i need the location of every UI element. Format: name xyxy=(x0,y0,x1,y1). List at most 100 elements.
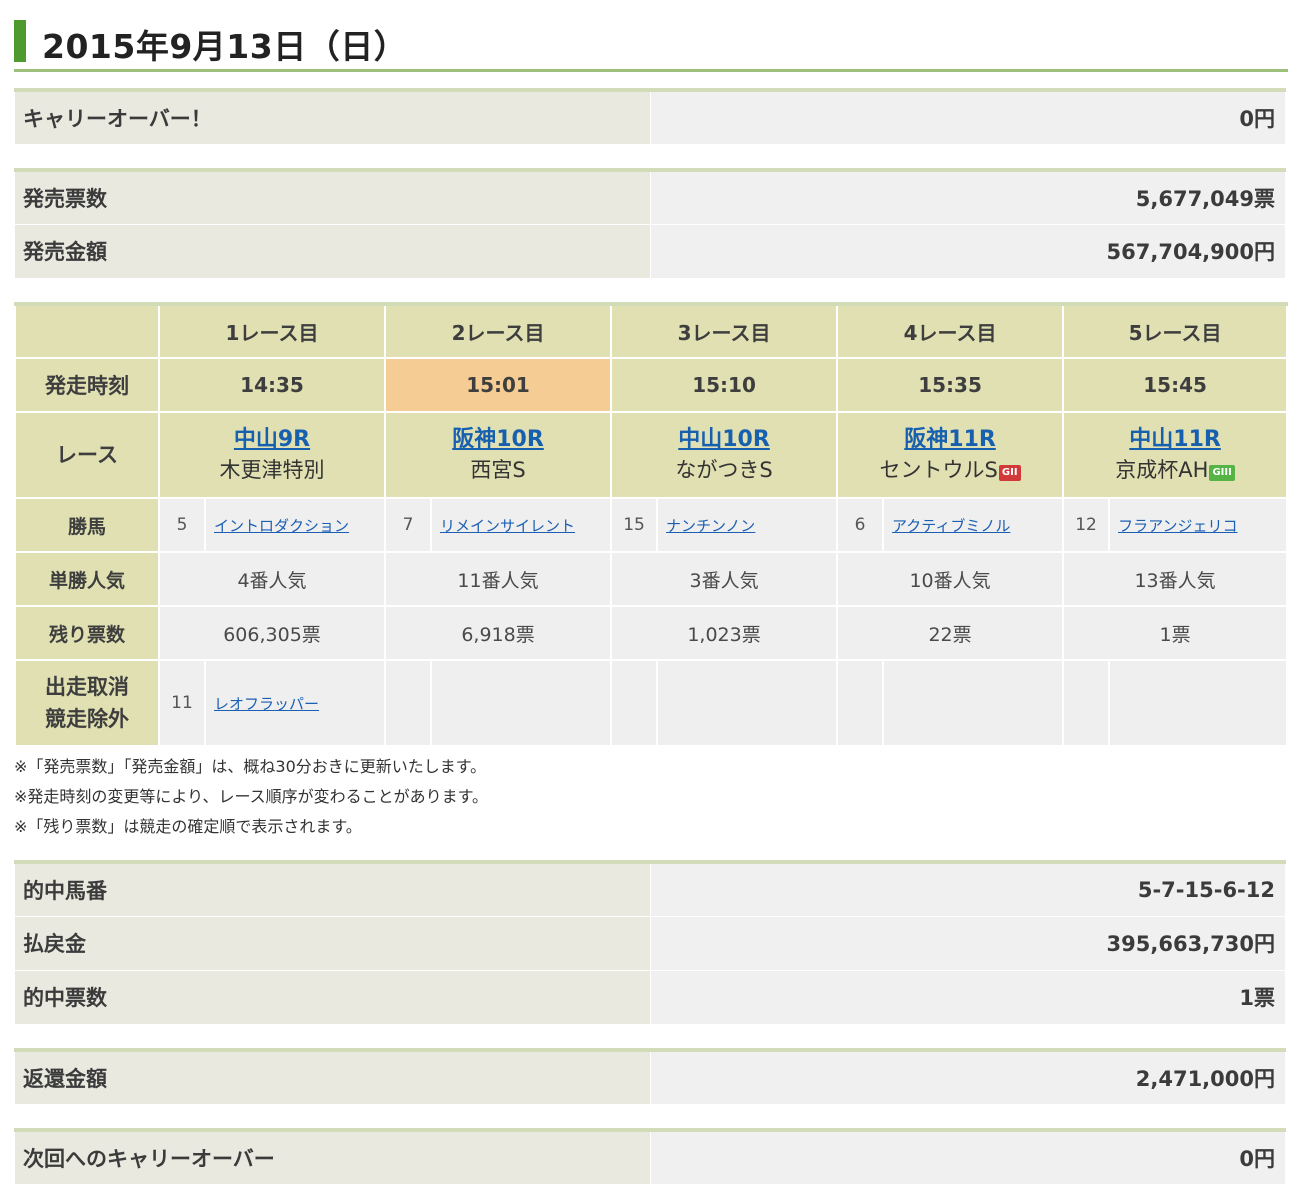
winner-label: 勝馬 xyxy=(14,497,160,553)
post-time-5: 15:45 xyxy=(1062,357,1289,413)
winner-num-4: 6 xyxy=(836,497,885,553)
refund-value: 2,471,000円 xyxy=(650,1049,1286,1105)
scratch-empty xyxy=(430,659,613,747)
race-name-5: 京成杯AH xyxy=(1115,458,1209,482)
scratch-row: 出走取消 競走除外 11 レオフラッパー xyxy=(14,659,1289,747)
header-corner xyxy=(14,303,160,359)
sales-amount-value: 567,704,900円 xyxy=(650,223,1286,279)
race-header-row: 1レース目 2レース目 3レース目 4レース目 5レース目 xyxy=(14,303,1289,359)
post-time-2-current: 15:01 xyxy=(384,357,613,413)
scratch-label: 出走取消 競走除外 xyxy=(14,659,160,747)
race-header-5: 5レース目 xyxy=(1062,303,1289,359)
race-name-row: レース 中山9R 木更津特別 阪神10R 西宮S 中山10R ながつきS 阪神1… xyxy=(14,411,1289,499)
next-carryover-label: 次回へのキャリーオーバー xyxy=(14,1129,651,1185)
popularity-1: 4番人気 xyxy=(157,551,387,607)
note-2: ※発走時刻の変更等により、レース順序が変わることがあります。 xyxy=(14,787,489,806)
winner-horse-link-4[interactable]: アクティブミノル xyxy=(892,517,1010,535)
sales-count-value: 5,677,049票 xyxy=(650,169,1286,225)
sales-table: 発売票数 5,677,049票 発売金額 567,704,900円 xyxy=(14,168,1286,279)
remaining-4: 22票 xyxy=(836,605,1065,661)
results-table: 的中馬番 5-7-15-6-12 払戻金 395,663,730円 的中票数 1… xyxy=(14,860,1286,1025)
winner-horse-link-1[interactable]: イントロダクション xyxy=(214,517,349,535)
winner-horse-cell-5: フラアンジェリコ xyxy=(1108,497,1289,553)
popularity-2: 11番人気 xyxy=(384,551,613,607)
race-link-4[interactable]: 阪神11R xyxy=(838,425,1062,455)
race-cell-2: 阪神10R 西宮S xyxy=(384,411,613,499)
note-1: ※「発売票数」「発売金額」は、概ね30分おきに更新いたします。 xyxy=(14,757,487,776)
post-time-label: 発走時刻 xyxy=(14,357,160,413)
note-3: ※「残り票数」は競走の確定順で表示されます。 xyxy=(14,817,362,836)
winner-num-3: 15 xyxy=(610,497,659,553)
scratch-horse-link-1[interactable]: レオフラッパー xyxy=(214,695,319,713)
winning-tickets-value: 1票 xyxy=(650,969,1286,1025)
results-row: 的中票数 1票 xyxy=(14,969,1286,1025)
race-header-1: 1レース目 xyxy=(157,303,387,359)
race-link-2[interactable]: 阪神10R xyxy=(386,425,610,455)
next-carryover-table: 次回へのキャリーオーバー 0円 xyxy=(14,1128,1286,1185)
race-link-1[interactable]: 中山9R xyxy=(160,425,384,455)
post-time-4: 15:35 xyxy=(836,357,1065,413)
refund-table: 返還金額 2,471,000円 xyxy=(14,1048,1286,1105)
remaining-1: 606,305票 xyxy=(157,605,387,661)
payout-label: 払戻金 xyxy=(14,915,651,971)
winner-horse-cell-4: アクティブミノル xyxy=(882,497,1065,553)
title-accent-bar xyxy=(14,20,26,62)
race-header-3: 3レース目 xyxy=(610,303,839,359)
sales-count-label: 発売票数 xyxy=(14,169,651,225)
race-name-3: ながつきS xyxy=(675,458,773,482)
payout-value: 395,663,730円 xyxy=(650,915,1286,971)
winner-num-5: 12 xyxy=(1062,497,1111,553)
scratch-empty xyxy=(1108,659,1289,747)
remaining-label: 残り票数 xyxy=(14,605,160,661)
scratch-label-2: 競走除外 xyxy=(45,707,129,731)
race-link-5[interactable]: 中山11R xyxy=(1064,425,1286,455)
winning-numbers-label: 的中馬番 xyxy=(14,861,651,917)
winner-horse-cell-2: リメインサイレント xyxy=(430,497,613,553)
winning-tickets-label: 的中票数 xyxy=(14,969,651,1025)
race-label: レース xyxy=(14,411,160,499)
remaining-2: 6,918票 xyxy=(384,605,613,661)
popularity-5: 13番人気 xyxy=(1062,551,1289,607)
scratch-empty xyxy=(836,659,885,747)
carryover-label: キャリーオーバー！ xyxy=(14,89,651,145)
winner-horse-link-2[interactable]: リメインサイレント xyxy=(440,517,575,535)
results-row: 払戻金 395,663,730円 xyxy=(14,915,1286,971)
popularity-3: 3番人気 xyxy=(610,551,839,607)
carryover-value: 0円 xyxy=(650,89,1286,145)
carryover-row: キャリーオーバー！ 0円 xyxy=(14,89,1286,145)
remaining-5: 1票 xyxy=(1062,605,1289,661)
scratch-empty xyxy=(610,659,659,747)
race-link-3[interactable]: 中山10R xyxy=(612,425,836,455)
popularity-4: 10番人気 xyxy=(836,551,1065,607)
popularity-label: 単勝人気 xyxy=(14,551,160,607)
post-time-row: 発走時刻 14:35 15:01 15:10 15:35 15:45 xyxy=(14,357,1289,413)
page-title-text: 2015年9月13日（日） xyxy=(42,27,408,66)
scratch-label-1: 出走取消 xyxy=(45,675,129,699)
winner-horse-cell-3: ナンチンノン xyxy=(656,497,839,553)
race-cell-1: 中山9R 木更津特別 xyxy=(157,411,387,499)
post-time-3: 15:10 xyxy=(610,357,839,413)
sales-amount-label: 発売金額 xyxy=(14,223,651,279)
next-carryover-row: 次回へのキャリーオーバー 0円 xyxy=(14,1129,1286,1185)
sales-row: 発売金額 567,704,900円 xyxy=(14,223,1286,279)
winner-horse-cell-1: イントロダクション xyxy=(203,497,387,553)
race-header-2: 2レース目 xyxy=(384,303,613,359)
page-title: 2015年9月13日（日） xyxy=(14,14,1288,72)
race-header-4: 4レース目 xyxy=(836,303,1065,359)
scratch-num-1: 11 xyxy=(158,659,206,747)
scratch-empty xyxy=(1062,659,1111,747)
race-cell-3: 中山10R ながつきS xyxy=(610,411,839,499)
winning-numbers-value: 5-7-15-6-12 xyxy=(650,861,1286,917)
results-row: 的中馬番 5-7-15-6-12 xyxy=(14,861,1286,917)
refund-row: 返還金額 2,471,000円 xyxy=(14,1049,1286,1105)
winner-horse-link-5[interactable]: フラアンジェリコ xyxy=(1118,517,1237,535)
race-cell-4: 阪神11R セントウルS GII xyxy=(836,411,1065,499)
winner-horse-link-3[interactable]: ナンチンノン xyxy=(666,517,755,535)
scratch-horse-cell-1: レオフラッパー xyxy=(203,659,387,747)
carryover-table: キャリーオーバー！ 0円 xyxy=(14,88,1286,145)
race-name-2: 西宮S xyxy=(470,458,526,482)
race-name-1: 木更津特別 xyxy=(219,458,325,482)
grade-badge-4: GII xyxy=(998,465,1021,481)
remaining-3: 1,023票 xyxy=(610,605,839,661)
winner-num-1: 5 xyxy=(158,497,206,553)
